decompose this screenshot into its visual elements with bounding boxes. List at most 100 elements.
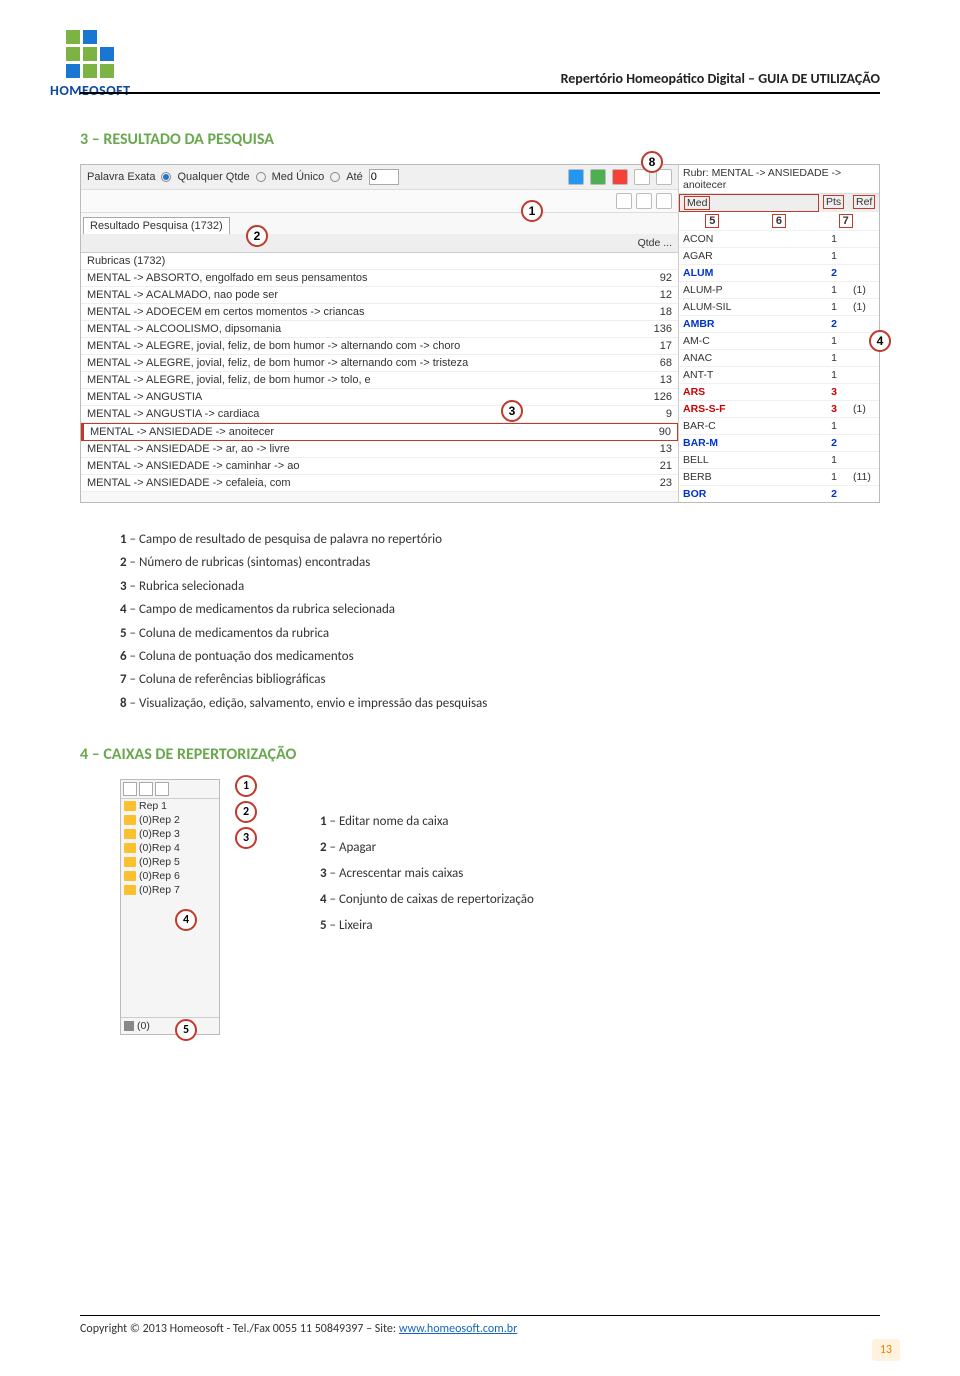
toolbar-btn-3[interactable] <box>612 169 628 185</box>
med-ref: (1) <box>849 281 879 298</box>
result-row[interactable]: MENTAL -> ABSORTO, engolfado em seus pen… <box>81 270 678 287</box>
ate-input[interactable] <box>369 169 399 185</box>
med-name: ANT-T <box>679 366 819 383</box>
header-title: Repertório Homeopático Digital – GUIA DE… <box>561 70 880 87</box>
toolbar-row2 <box>81 190 678 213</box>
med-name: ARS <box>679 383 819 400</box>
med-name: AMBR <box>679 315 819 332</box>
rep-item[interactable]: (0)Rep 5 <box>121 855 219 869</box>
row-text: MENTAL -> ANSIEDADE -> ar, ao -> livre <box>81 441 628 457</box>
radio-ate[interactable] <box>330 172 340 182</box>
result-row[interactable]: MENTAL -> ANSIEDADE -> anoitecer90 <box>81 423 678 441</box>
legend-line: 1 – Editar nome da caixa <box>320 809 534 835</box>
med-row[interactable]: ACON1 <box>679 230 879 247</box>
legend-line: 4 – Campo de medicamentos da rubrica sel… <box>120 598 880 621</box>
med-row[interactable]: AMBR2 <box>679 315 879 332</box>
tb2-btn-3[interactable] <box>656 193 672 209</box>
legend-line: 2 – Apagar <box>320 835 534 861</box>
result-row[interactable]: Rubricas (1732) <box>81 253 678 270</box>
result-row[interactable]: MENTAL -> ANSIEDADE -> caminhar -> ao21 <box>81 458 678 475</box>
legend-section4: 1 – Editar nome da caixa2 – Apagar3 – Ac… <box>320 809 534 939</box>
med-pts: 3 <box>819 383 849 400</box>
row-text: MENTAL -> ACALMADO, nao pode ser <box>81 287 628 303</box>
med-ref <box>849 485 879 502</box>
med-row[interactable]: AGAR1 <box>679 247 879 264</box>
toolbar-btn-5[interactable] <box>656 169 672 185</box>
rep-items: Rep 1(0)Rep 2(0)Rep 3(0)Rep 4(0)Rep 5(0)… <box>121 799 219 897</box>
result-tab[interactable]: Resultado Pesquisa (1732) <box>83 217 230 234</box>
toolbar-btn-1[interactable] <box>568 169 584 185</box>
rep-item[interactable]: (0)Rep 6 <box>121 869 219 883</box>
med-row[interactable]: BAR-M2 <box>679 434 879 451</box>
med-row[interactable]: ALUM-SIL1(1) <box>679 298 879 315</box>
rep-callout-1: 1 <box>235 775 257 797</box>
med-row[interactable]: AM-C1 <box>679 332 879 349</box>
toolbar-btn-2[interactable] <box>590 169 606 185</box>
callout-8: 8 <box>641 151 663 173</box>
radio-medunico[interactable] <box>256 172 266 182</box>
section3-heading: 3 – RESULTADO DA PESQUISA <box>80 130 880 149</box>
rep-trash[interactable]: (0) <box>121 1017 219 1034</box>
med-ref <box>849 366 879 383</box>
folder-icon <box>124 829 136 839</box>
legend-line: 1 – Campo de resultado de pesquisa de pa… <box>120 528 880 551</box>
med-ref: (1) <box>849 298 879 315</box>
med-row[interactable]: BERB1(11) <box>679 468 879 485</box>
result-row[interactable]: MENTAL -> ANGUSTIA -> cardiaca9 <box>81 406 678 423</box>
rep-item[interactable]: (0)Rep 4 <box>121 841 219 855</box>
result-row[interactable]: MENTAL -> ANSIEDADE -> ar, ao -> livre13 <box>81 441 678 458</box>
med-pts: 1 <box>819 247 849 264</box>
med-ref: (11) <box>849 468 879 485</box>
rep-tb-btn[interactable] <box>123 782 137 796</box>
rep-item[interactable]: (0)Rep 7 <box>121 883 219 897</box>
footer-link[interactable]: www.homeosoft.com.br <box>399 1322 517 1336</box>
legend-line: 8 – Visualização, edição, salvamento, en… <box>120 692 880 715</box>
row-text: MENTAL -> ALEGRE, jovial, feliz, de bom … <box>81 372 628 388</box>
rep-item[interactable]: (0)Rep 2 <box>121 813 219 827</box>
rep-callout-3: 3 <box>235 827 257 849</box>
result-row[interactable]: MENTAL -> ALEGRE, jovial, feliz, de bom … <box>81 338 678 355</box>
med-row[interactable]: BELL1 <box>679 451 879 468</box>
row-text: MENTAL -> ALEGRE, jovial, feliz, de bom … <box>81 355 628 371</box>
rep-callout-4: 4 <box>175 909 197 931</box>
tb2-btn-2[interactable] <box>636 193 652 209</box>
rep-tb-btn[interactable] <box>155 782 169 796</box>
med-pts: 2 <box>819 315 849 332</box>
row-text: MENTAL -> ALEGRE, jovial, feliz, de bom … <box>81 338 628 354</box>
qtde-header: Qtde ... <box>628 234 678 252</box>
med-pts: 1 <box>819 451 849 468</box>
rep-tb-btn[interactable] <box>139 782 153 796</box>
result-row[interactable]: MENTAL -> ANGUSTIA126 <box>81 389 678 406</box>
med-row[interactable]: BAR-C1 <box>679 417 879 434</box>
rep-item[interactable]: (0)Rep 3 <box>121 827 219 841</box>
med-row[interactable]: BOR2 <box>679 485 879 502</box>
result-row[interactable]: MENTAL -> ACALMADO, nao pode ser12 <box>81 287 678 304</box>
folder-icon <box>124 871 136 881</box>
pts-col: Pts <box>823 195 844 209</box>
result-row[interactable]: MENTAL -> ALEGRE, jovial, feliz, de bom … <box>81 355 678 372</box>
result-row[interactable]: MENTAL -> ALCOOLISMO, dipsomania136 <box>81 321 678 338</box>
result-row[interactable]: MENTAL -> ALEGRE, jovial, feliz, de bom … <box>81 372 678 389</box>
rep-item-label: (0)Rep 4 <box>139 842 180 854</box>
callout-6-box: 6 <box>772 214 786 228</box>
med-col: Med <box>684 196 710 210</box>
radio-qualquer[interactable] <box>161 172 171 182</box>
row-text: MENTAL -> ANSIEDADE -> caminhar -> ao <box>81 458 628 474</box>
result-row[interactable]: MENTAL -> ADOECEM em certos momentos -> … <box>81 304 678 321</box>
folder-icon <box>124 801 136 811</box>
med-row[interactable]: ANT-T1 <box>679 366 879 383</box>
med-row[interactable]: ARS3 <box>679 383 879 400</box>
med-row[interactable]: ARS-S-F3(1) <box>679 400 879 417</box>
result-row[interactable]: MENTAL -> ANSIEDADE -> cefaleia, com23 <box>81 475 678 492</box>
ate-label: Até <box>346 171 363 183</box>
med-row[interactable]: ALUM-P1(1) <box>679 281 879 298</box>
rep-item[interactable]: Rep 1 <box>121 799 219 813</box>
callout-7-box: 7 <box>839 214 853 228</box>
row-text: MENTAL -> ABSORTO, engolfado em seus pen… <box>81 270 628 286</box>
tb2-btn-1[interactable] <box>616 193 632 209</box>
header-underline <box>80 92 880 94</box>
med-row[interactable]: ALUM2 <box>679 264 879 281</box>
med-row[interactable]: ANAC1 <box>679 349 879 366</box>
row-qty: 92 <box>628 270 678 286</box>
med-name: ACON <box>679 230 819 247</box>
